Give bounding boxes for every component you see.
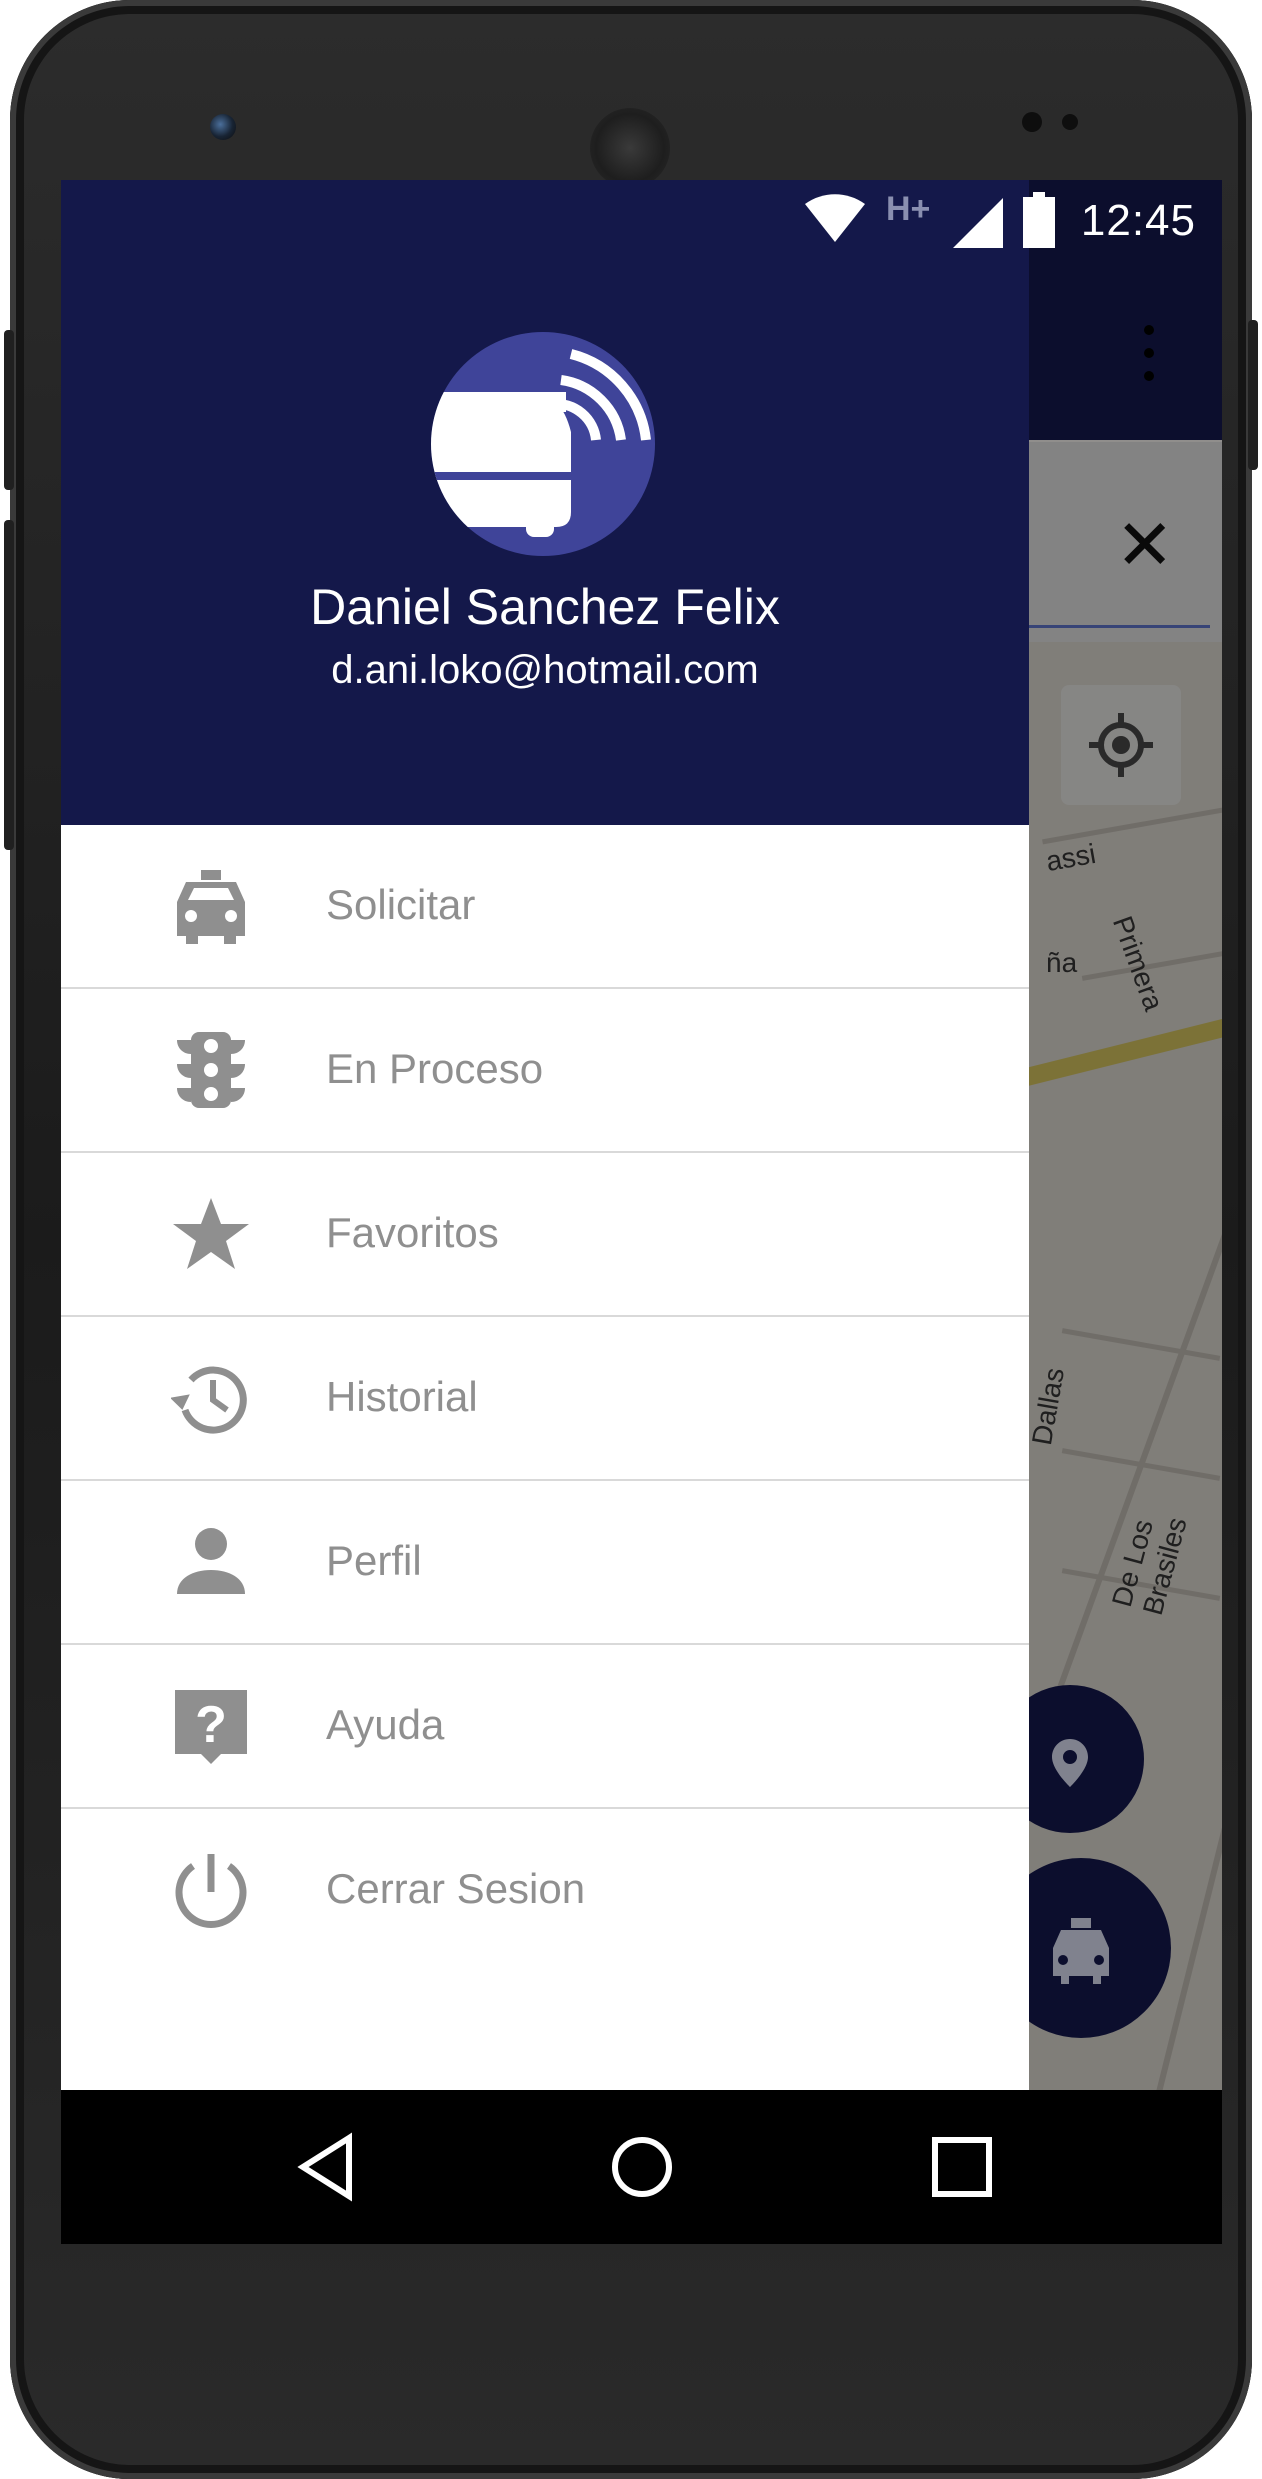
svg-text:?: ? xyxy=(195,1696,227,1754)
history-icon xyxy=(171,1366,247,1434)
user-email: d.ani.loko@hotmail.com xyxy=(331,648,759,692)
menu-label: En Proceso xyxy=(326,1045,544,1092)
status-bar: H+ 12:45 xyxy=(61,180,1222,264)
menu-item-ayuda[interactable]: ? Ayuda xyxy=(61,1645,1029,1809)
side-button xyxy=(4,520,14,850)
volume-button xyxy=(4,330,14,490)
screen: ✕ ña assi Primera Dallas De Los Brasiles… xyxy=(61,180,1222,2244)
earpiece xyxy=(590,108,670,188)
sensor xyxy=(1022,112,1042,132)
back-icon[interactable] xyxy=(289,2130,363,2204)
star-icon xyxy=(173,1198,249,1269)
menu-label: Historial xyxy=(326,1373,478,1420)
menu-label: Favoritos xyxy=(326,1209,499,1256)
sensor xyxy=(1062,114,1078,130)
network-type-label: H+ xyxy=(886,190,931,228)
traffic-light-icon xyxy=(177,1032,245,1108)
front-camera xyxy=(210,114,236,140)
menu-item-historial[interactable]: Historial xyxy=(61,1317,1029,1481)
menu-label: Solicitar xyxy=(326,881,476,928)
app-logo xyxy=(431,332,655,556)
user-name: Daniel Sanchez Felix xyxy=(310,579,780,635)
home-icon[interactable] xyxy=(605,2130,679,2204)
menu-item-solicitar[interactable]: Solicitar xyxy=(61,825,1029,989)
recents-icon[interactable] xyxy=(925,2130,999,2204)
signal-icon xyxy=(953,198,1003,248)
drawer-header: Daniel Sanchez Felix d.ani.loko@hotmail.… xyxy=(61,180,1029,825)
menu-item-en-proceso[interactable]: En Proceso xyxy=(61,989,1029,1153)
navigation-drawer: Daniel Sanchez Felix d.ani.loko@hotmail.… xyxy=(61,180,1029,2090)
person-icon xyxy=(177,1528,245,1594)
system-navigation-bar xyxy=(61,2090,1222,2244)
menu-item-favoritos[interactable]: Favoritos xyxy=(61,1153,1029,1317)
power-button xyxy=(1248,320,1258,470)
menu-label: Perfil xyxy=(326,1537,422,1584)
phone-frame: ✕ ña assi Primera Dallas De Los Brasiles… xyxy=(4,0,1258,2479)
battery-icon xyxy=(1023,192,1055,248)
menu-label: Ayuda xyxy=(326,1701,445,1748)
clock: 12:45 xyxy=(1080,196,1196,245)
menu-item-perfil[interactable]: Perfil xyxy=(61,1481,1029,1645)
taxi-icon xyxy=(177,870,245,944)
power-icon xyxy=(175,1854,247,1928)
menu-label: Cerrar Sesion xyxy=(326,1865,586,1912)
help-icon: ? xyxy=(175,1690,247,1764)
drawer-menu: Solicitar En Proceso Favoritos Historial… xyxy=(61,825,1029,1971)
wifi-icon xyxy=(805,194,865,242)
menu-item-cerrar-sesion[interactable]: Cerrar Sesion xyxy=(61,1809,1029,1971)
